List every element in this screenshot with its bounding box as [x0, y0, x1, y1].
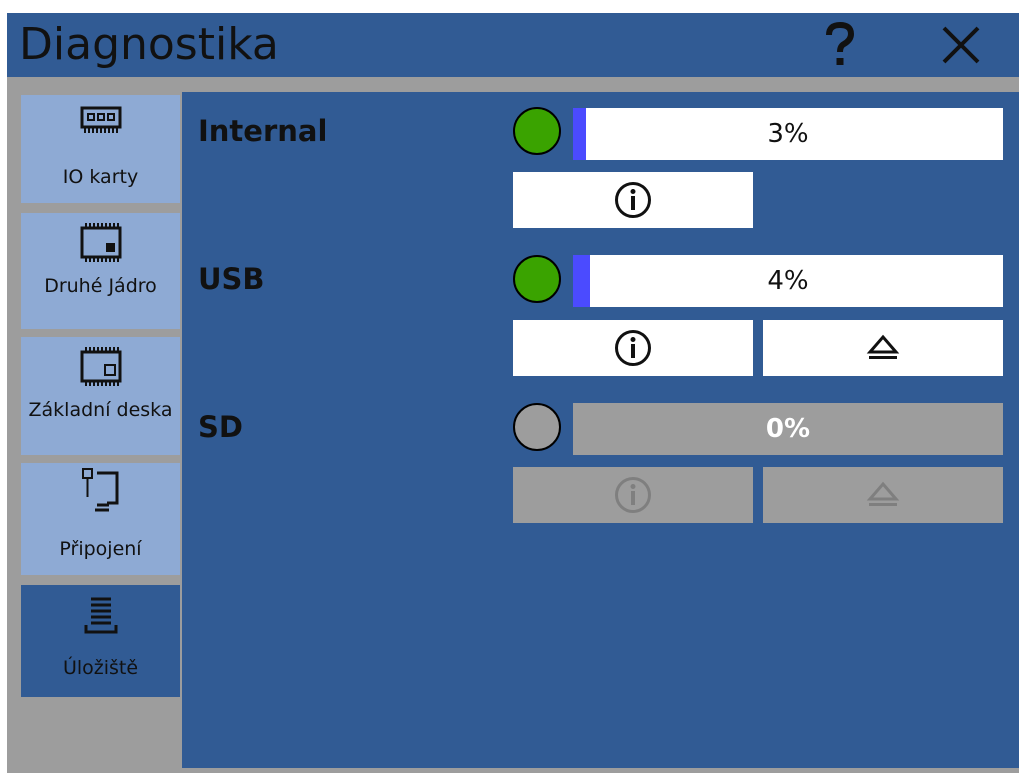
info-button-usb[interactable] [513, 320, 753, 376]
sidebar-item-connection[interactable]: Připojení [21, 463, 180, 575]
sidebar-item-label: Úložiště [62, 657, 139, 679]
sidebar-item-motherboard[interactable]: Základní deska [21, 337, 180, 455]
help-button[interactable] [815, 19, 865, 71]
diagnostics-window: Diagnostika IO karty Druhé Jádro Základn… [7, 13, 1019, 773]
eject-icon [866, 334, 900, 359]
usage-percent: 0% [765, 414, 811, 444]
drive-name-internal: Internal [198, 114, 328, 148]
sidebar-item-label: Základní deska [28, 399, 173, 421]
eject-button-usb[interactable] [763, 320, 1003, 376]
eject-icon [866, 481, 900, 506]
close-button[interactable] [935, 19, 987, 71]
status-led-internal [513, 107, 561, 155]
info-icon [615, 330, 651, 366]
storage-panel: Internal 3% USB 4% SD 0% [182, 92, 1019, 768]
storage-icon [84, 597, 117, 634]
usage-bar-sd: 0% [573, 403, 1003, 455]
motherboard-icon [80, 347, 121, 386]
usage-bar-internal: 3% [573, 108, 1003, 160]
usage-percent: 4% [767, 266, 809, 296]
status-led-sd [513, 403, 561, 451]
io-card-icon [80, 106, 121, 133]
question-mark-icon [826, 21, 855, 65]
info-button-internal[interactable] [513, 172, 753, 228]
chip-icon [80, 223, 121, 262]
drive-name-usb: USB [198, 262, 265, 296]
sidebar-item-label: IO karty [62, 166, 139, 188]
title-bar: Diagnostika [7, 13, 1019, 77]
sidebar-item-storage[interactable]: Úložiště [21, 585, 180, 697]
usage-bar-usb: 4% [573, 255, 1003, 307]
sidebar-item-label: Druhé Jádro [44, 275, 157, 297]
info-icon [615, 182, 651, 218]
status-led-usb [513, 255, 561, 303]
sidebar-item-io-cards[interactable]: IO karty [21, 95, 180, 203]
window-title: Diagnostika [19, 19, 279, 70]
eject-button-sd[interactable] [763, 467, 1003, 523]
sidebar-item-label: Připojení [59, 538, 142, 560]
close-icon [942, 26, 980, 64]
info-button-sd[interactable] [513, 467, 753, 523]
info-icon [615, 477, 651, 513]
usage-percent: 3% [767, 119, 809, 149]
sidebar-item-second-core[interactable]: Druhé Jádro [21, 213, 180, 329]
drive-name-sd: SD [198, 410, 243, 444]
connection-icon [81, 468, 118, 512]
